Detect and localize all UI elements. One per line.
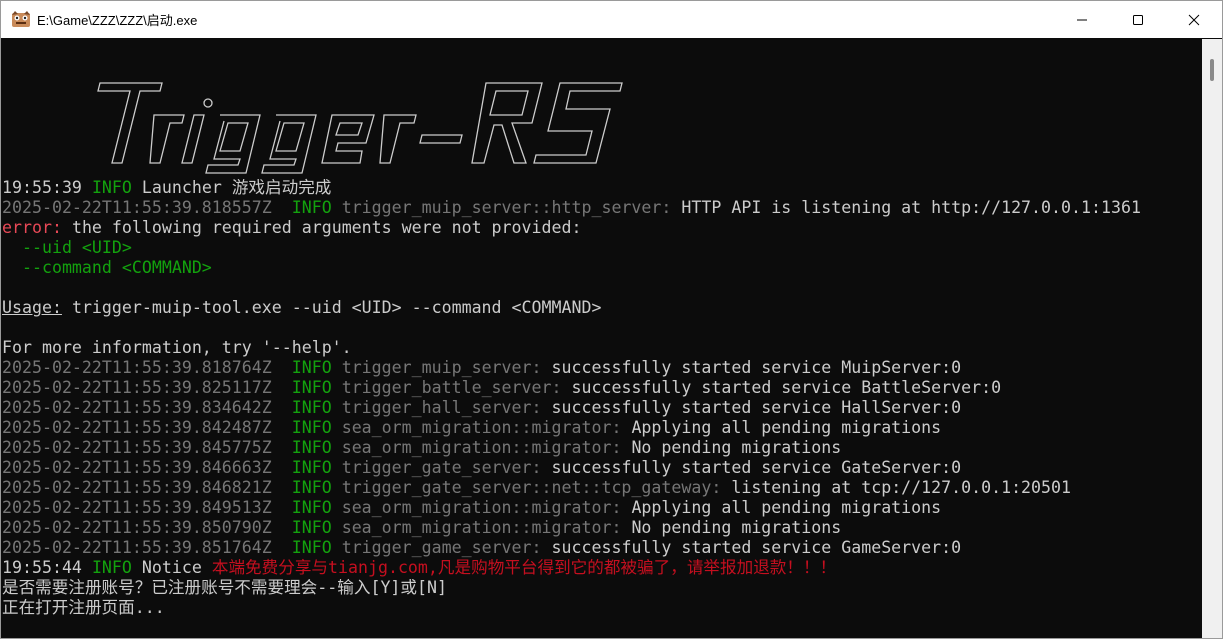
help-text: For more information, try '--help'. bbox=[2, 338, 352, 357]
log-message: successfully started service GameServer:… bbox=[551, 538, 962, 557]
log-target: trigger_game_server: bbox=[341, 538, 542, 557]
log-time: 2025-02-22T11:55:39.845775Z bbox=[2, 438, 272, 457]
log-message: HTTP API is listening at http://127.0.0.… bbox=[681, 198, 1141, 217]
log-level: INFO bbox=[91, 558, 132, 577]
console-output[interactable]: 19:55:39 INFO Launcher 游戏启动完成 2025-02-22… bbox=[2, 39, 1202, 637]
close-icon bbox=[1188, 14, 1200, 25]
usage-line: Usage: trigger-muip-tool.exe --uid <UID>… bbox=[2, 298, 1202, 318]
log-level: INFO bbox=[291, 378, 332, 397]
log-message: successfully started service BattleServe… bbox=[571, 378, 1002, 397]
error-label: error: bbox=[2, 218, 62, 237]
log-time: 2025-02-22T11:55:39.834642Z bbox=[2, 398, 272, 417]
log-target: trigger_gate_server: bbox=[341, 458, 542, 477]
maximize-button[interactable] bbox=[1110, 1, 1166, 38]
log-line: 2025-02-22T11:55:39.846663Z INFO trigger… bbox=[2, 458, 1202, 478]
log-time: 2025-02-22T11:55:39.818557Z bbox=[2, 198, 272, 217]
notice-line: 19:55:44 INFO Notice 本端免费分享与tianjg.com,凡… bbox=[2, 558, 1202, 578]
log-line: 2025-02-22T11:55:39.850790Z INFO sea_orm… bbox=[2, 518, 1202, 538]
log-level: INFO bbox=[291, 498, 332, 517]
log-target: sea_orm_migration::migrator: bbox=[341, 518, 622, 537]
prompt-text: 是否需要注册账号？已注册账号不需要理会--输入[Y]或[N] bbox=[2, 578, 447, 597]
log-line: 2025-02-22T11:55:39.845775Z INFO sea_orm… bbox=[2, 438, 1202, 458]
service-log-list: 2025-02-22T11:55:39.818764Z INFO trigger… bbox=[2, 358, 1202, 558]
log-time: 2025-02-22T11:55:39.851764Z bbox=[2, 538, 272, 557]
log-message: Applying all pending migrations bbox=[631, 418, 942, 437]
log-time: 19:55:39 bbox=[2, 178, 82, 197]
opening-text: 正在打开注册页面... bbox=[2, 598, 165, 617]
log-time: 19:55:44 bbox=[2, 558, 82, 577]
log-message: No pending migrations bbox=[631, 518, 842, 537]
notice-label: Notice bbox=[141, 558, 202, 577]
log-target: trigger_gate_server::net::tcp_gateway: bbox=[341, 478, 722, 497]
log-level: INFO bbox=[291, 458, 332, 477]
log-time: 2025-02-22T11:55:39.842487Z bbox=[2, 418, 272, 437]
log-message: Launcher 游戏启动完成 bbox=[141, 178, 332, 197]
error-line: error: the following required arguments … bbox=[2, 218, 1202, 238]
error-arg: --command <COMMAND> bbox=[21, 258, 212, 277]
log-line: 2025-02-22T11:55:39.818764Z INFO trigger… bbox=[2, 358, 1202, 378]
close-button[interactable] bbox=[1166, 1, 1222, 38]
log-time: 2025-02-22T11:55:39.846663Z bbox=[2, 458, 272, 477]
help-line: For more information, try '--help'. bbox=[2, 338, 1202, 358]
log-time: 2025-02-22T11:55:39.825117Z bbox=[2, 378, 272, 397]
launcher-line: 19:55:39 INFO Launcher 游戏启动完成 bbox=[2, 178, 1202, 198]
console-window: E:\Game\ZZZ\ZZZ\启动.exe 19:55:39 INFO Lau… bbox=[0, 0, 1223, 639]
log-message: successfully started service MuipServer:… bbox=[551, 358, 962, 377]
log-message: successfully started service GateServer:… bbox=[551, 458, 962, 477]
log-line: 2025-02-22T11:55:39.849513Z INFO sea_orm… bbox=[2, 498, 1202, 518]
log-line: 2025-02-22T11:55:39.851764Z INFO trigger… bbox=[2, 538, 1202, 558]
minimize-button[interactable] bbox=[1054, 1, 1110, 38]
prompt-line: 是否需要注册账号？已注册账号不需要理会--输入[Y]或[N] bbox=[2, 578, 1202, 598]
log-level: INFO bbox=[291, 538, 332, 557]
vertical-scrollbar[interactable] bbox=[1202, 39, 1222, 638]
http-line: 2025-02-22T11:55:39.818557Z INFO trigger… bbox=[2, 198, 1202, 218]
notice-message: 本端免费分享与tianjg.com,凡是购物平台得到它的都被骗了，请举报加退款！… bbox=[211, 558, 837, 577]
log-line: 2025-02-22T11:55:39.842487Z INFO sea_orm… bbox=[2, 418, 1202, 438]
window-title: E:\Game\ZZZ\ZZZ\启动.exe bbox=[37, 13, 198, 28]
log-level: INFO bbox=[291, 398, 332, 417]
log-target: sea_orm_migration::migrator: bbox=[341, 438, 622, 457]
usage-text: trigger-muip-tool.exe --uid <UID> --comm… bbox=[71, 298, 602, 317]
app-icon bbox=[12, 10, 30, 27]
log-time: 2025-02-22T11:55:39.818764Z bbox=[2, 358, 272, 377]
maximize-icon bbox=[1133, 14, 1143, 25]
error-message: the following required arguments were no… bbox=[71, 218, 582, 237]
log-target: sea_orm_migration::migrator: bbox=[341, 418, 622, 437]
log-level: INFO bbox=[291, 418, 332, 437]
title-bar[interactable]: E:\Game\ZZZ\ZZZ\启动.exe bbox=[1, 1, 1222, 38]
log-line: 2025-02-22T11:55:39.846821Z INFO trigger… bbox=[2, 478, 1202, 498]
log-target: trigger_hall_server: bbox=[341, 398, 542, 417]
log-lines: 19:55:39 INFO Launcher 游戏启动完成 2025-02-22… bbox=[2, 178, 1202, 618]
log-message: listening at tcp://127.0.0.1:20501 bbox=[731, 478, 1072, 497]
log-message: successfully started service HallServer:… bbox=[551, 398, 962, 417]
log-level: INFO bbox=[291, 358, 332, 377]
log-time: 2025-02-22T11:55:39.846821Z bbox=[2, 478, 272, 497]
log-line: 2025-02-22T11:55:39.834642Z INFO trigger… bbox=[2, 398, 1202, 418]
error-arg: --uid <UID> bbox=[21, 238, 132, 257]
log-level: INFO bbox=[291, 518, 332, 537]
log-time: 2025-02-22T11:55:39.850790Z bbox=[2, 518, 272, 537]
error-arg-line: --command <COMMAND> bbox=[2, 258, 1202, 278]
window-controls bbox=[1054, 1, 1222, 38]
opening-line: 正在打开注册页面... bbox=[2, 598, 1202, 618]
usage-label: Usage: bbox=[2, 298, 62, 317]
log-level: INFO bbox=[291, 198, 332, 217]
trigger-rs-ascii-logo bbox=[97, 82, 623, 174]
log-level: INFO bbox=[291, 438, 332, 457]
log-line: 2025-02-22T11:55:39.825117Z INFO trigger… bbox=[2, 378, 1202, 398]
scrollbar-thumb[interactable] bbox=[1210, 59, 1214, 81]
log-time: 2025-02-22T11:55:39.849513Z bbox=[2, 498, 272, 517]
log-message: No pending migrations bbox=[631, 438, 842, 457]
log-target: trigger_battle_server: bbox=[341, 378, 562, 397]
log-target: sea_orm_migration::migrator: bbox=[341, 498, 622, 517]
minimize-icon bbox=[1077, 19, 1087, 20]
log-level: INFO bbox=[91, 178, 132, 197]
log-level: INFO bbox=[291, 478, 332, 497]
error-arg-line: --uid <UID> bbox=[2, 238, 1202, 258]
log-target: trigger_muip_server: bbox=[341, 358, 542, 377]
log-message: Applying all pending migrations bbox=[631, 498, 942, 517]
log-target: trigger_muip_server::http_server: bbox=[341, 198, 672, 217]
